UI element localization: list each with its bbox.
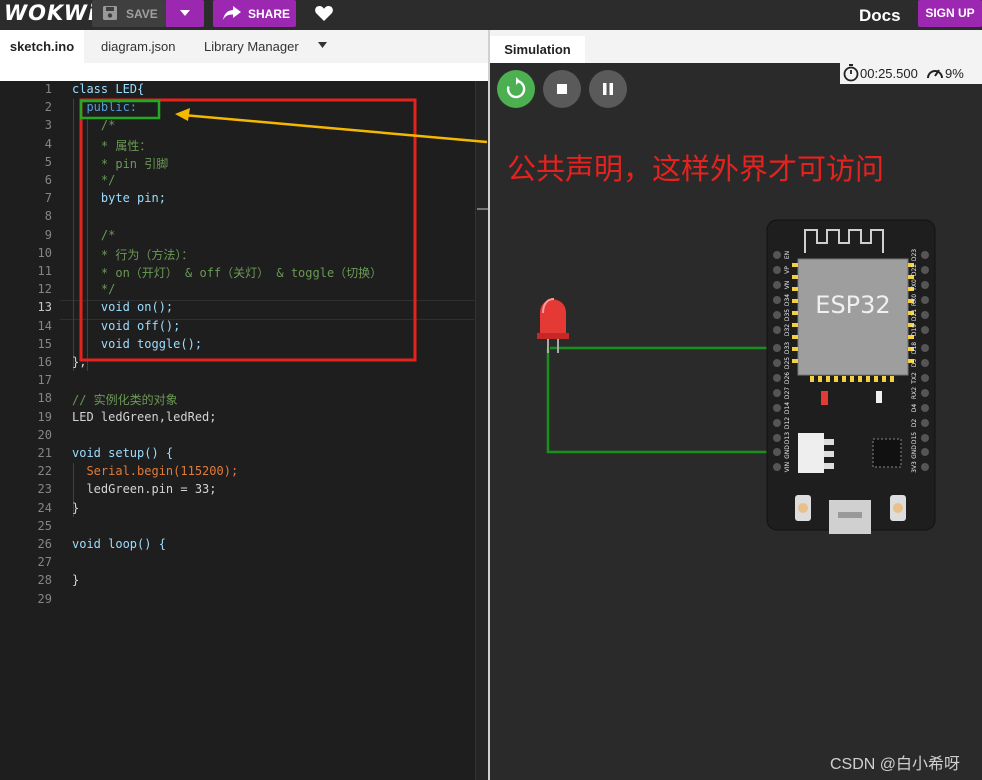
annotation-text: 公共声明，这样外界才可访问 (507, 152, 885, 186)
annotation-overlay (79, 98, 488, 362)
watermark: CSDN @白小希呀 (830, 756, 961, 773)
